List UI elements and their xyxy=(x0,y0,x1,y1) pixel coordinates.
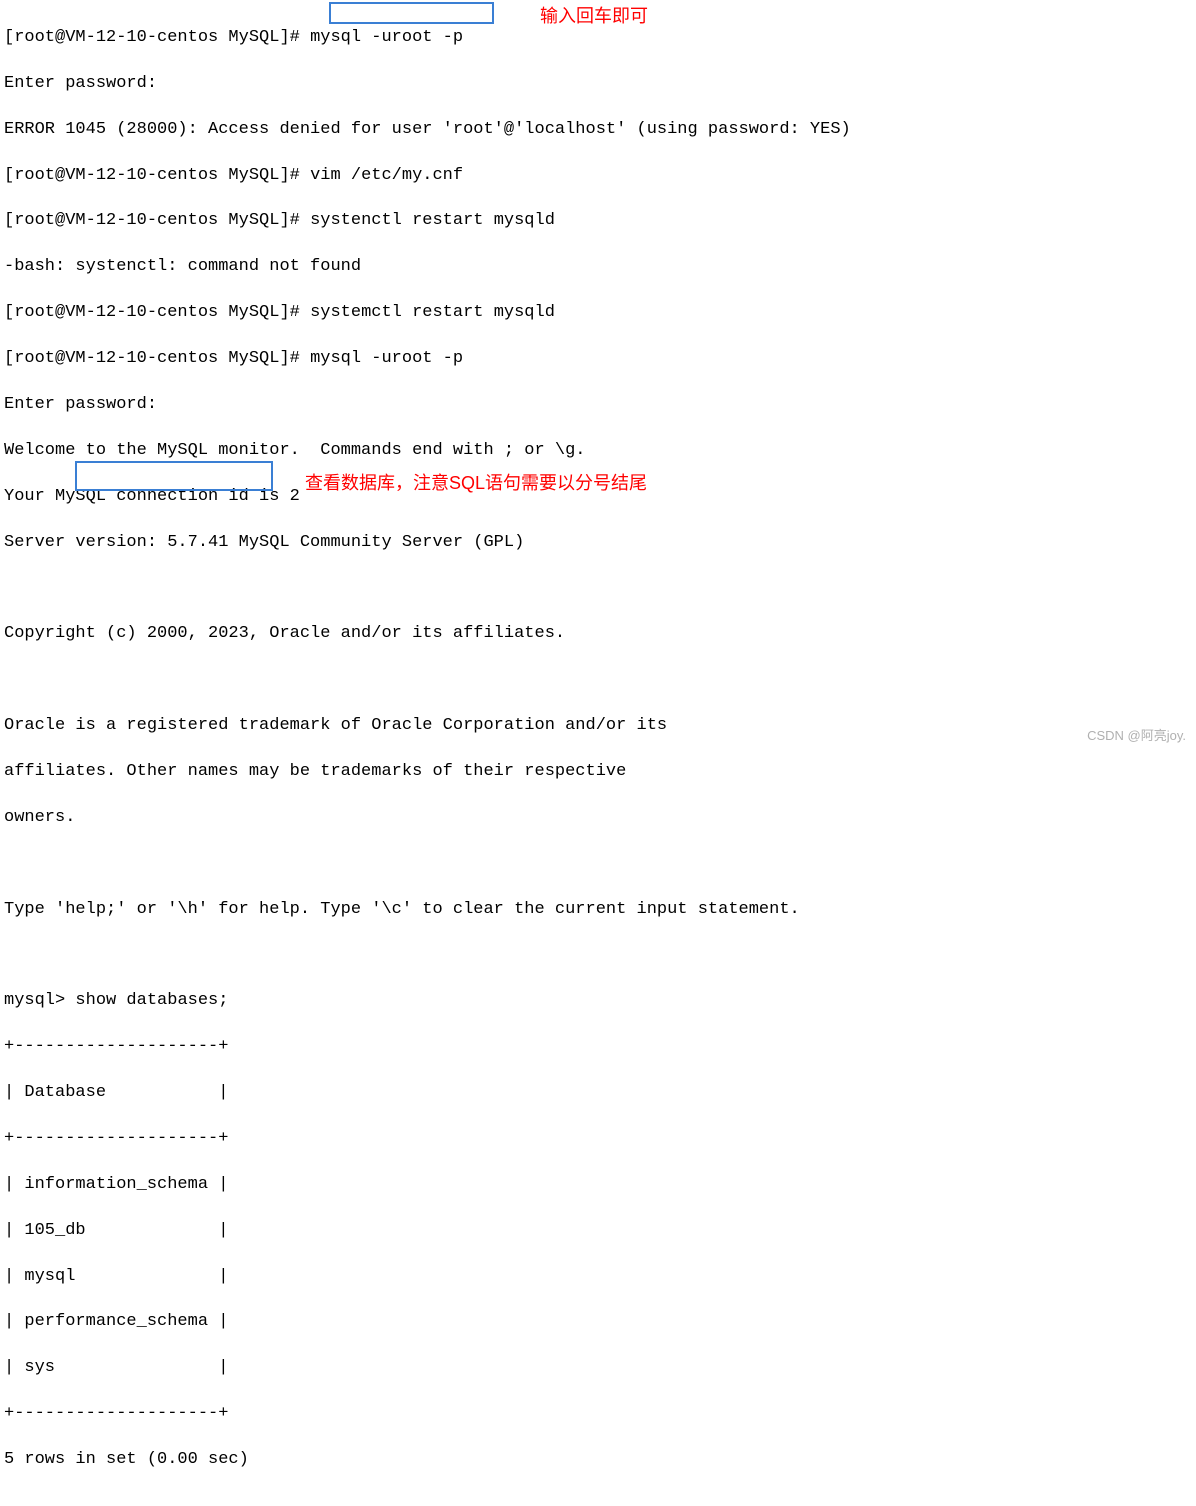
shell-prompt: [root@VM-12-10-centos MySQL]# xyxy=(4,303,310,322)
prompt-line-5: [root@VM-12-10-centos MySQL]# mysql -uro… xyxy=(4,348,1192,371)
sql-command: show databases; xyxy=(75,991,228,1010)
output-line xyxy=(4,669,1192,692)
prompt-line-2: [root@VM-12-10-centos MySQL]# vim /etc/m… xyxy=(4,165,1192,188)
output-line xyxy=(4,577,1192,600)
output-line: Welcome to the MySQL monitor. Commands e… xyxy=(4,440,1192,463)
command-text: systemctl restart mysqld xyxy=(310,303,555,322)
table-row: | information_schema | xyxy=(4,1174,1192,1197)
table-row: | 105_db | xyxy=(4,1220,1192,1243)
output-line xyxy=(4,853,1192,876)
table-row: | performance_schema | xyxy=(4,1311,1192,1334)
output-line: -bash: systenctl: command not found xyxy=(4,256,1192,279)
table-border-bottom: +--------------------+ xyxy=(4,1403,1192,1426)
shell-prompt: [root@VM-12-10-centos MySQL]# xyxy=(4,211,310,230)
mysql-prompt-line: mysql> show databases; xyxy=(4,990,1192,1013)
shell-prompt: [root@VM-12-10-centos MySQL]# xyxy=(4,28,310,47)
shell-prompt: [root@VM-12-10-centos MySQL]# xyxy=(4,166,310,185)
prompt-line-3: [root@VM-12-10-centos MySQL]# systenctl … xyxy=(4,210,1192,233)
output-line: ERROR 1045 (28000): Access denied for us… xyxy=(4,119,1192,142)
mysql-prompt: mysql> xyxy=(4,991,75,1010)
command-text: systenctl restart mysqld xyxy=(310,211,555,230)
annotation-1: 输入回车即可 xyxy=(540,4,648,28)
terminal-output: [root@VM-12-10-centos MySQL]# mysql -uro… xyxy=(4,4,1192,1506)
annotation-2: 查看数据库，注意SQL语句需要以分号结尾 xyxy=(305,471,647,495)
output-line: affiliates. Other names may be trademark… xyxy=(4,761,1192,784)
output-line xyxy=(4,944,1192,967)
output-line: Enter password: xyxy=(4,394,1192,417)
command-text: vim /etc/my.cnf xyxy=(310,166,463,185)
table-header: | Database | xyxy=(4,1082,1192,1105)
shell-prompt: [root@VM-12-10-centos MySQL]# xyxy=(4,349,310,368)
output-line: Server version: 5.7.41 MySQL Community S… xyxy=(4,532,1192,555)
output-line: owners. xyxy=(4,807,1192,830)
prompt-line-1: [root@VM-12-10-centos MySQL]# mysql -uro… xyxy=(4,27,1192,50)
command-text: mysql -uroot -p xyxy=(310,28,463,47)
table-row: | mysql | xyxy=(4,1266,1192,1289)
table-row: | sys | xyxy=(4,1357,1192,1380)
prompt-line-4: [root@VM-12-10-centos MySQL]# systemctl … xyxy=(4,302,1192,325)
output-line: Oracle is a registered trademark of Orac… xyxy=(4,715,1192,738)
output-line: Copyright (c) 2000, 2023, Oracle and/or … xyxy=(4,623,1192,646)
output-line: Enter password: xyxy=(4,73,1192,96)
output-line: Type 'help;' or '\h' for help. Type '\c'… xyxy=(4,899,1192,922)
blank-line xyxy=(4,1495,1192,1506)
table-border-top: +--------------------+ xyxy=(4,1036,1192,1059)
watermark-text: CSDN @阿亮joy. xyxy=(1087,727,1186,745)
command-text: mysql -uroot -p xyxy=(310,349,463,368)
result-summary: 5 rows in set (0.00 sec) xyxy=(4,1449,1192,1472)
table-border-mid: +--------------------+ xyxy=(4,1128,1192,1151)
